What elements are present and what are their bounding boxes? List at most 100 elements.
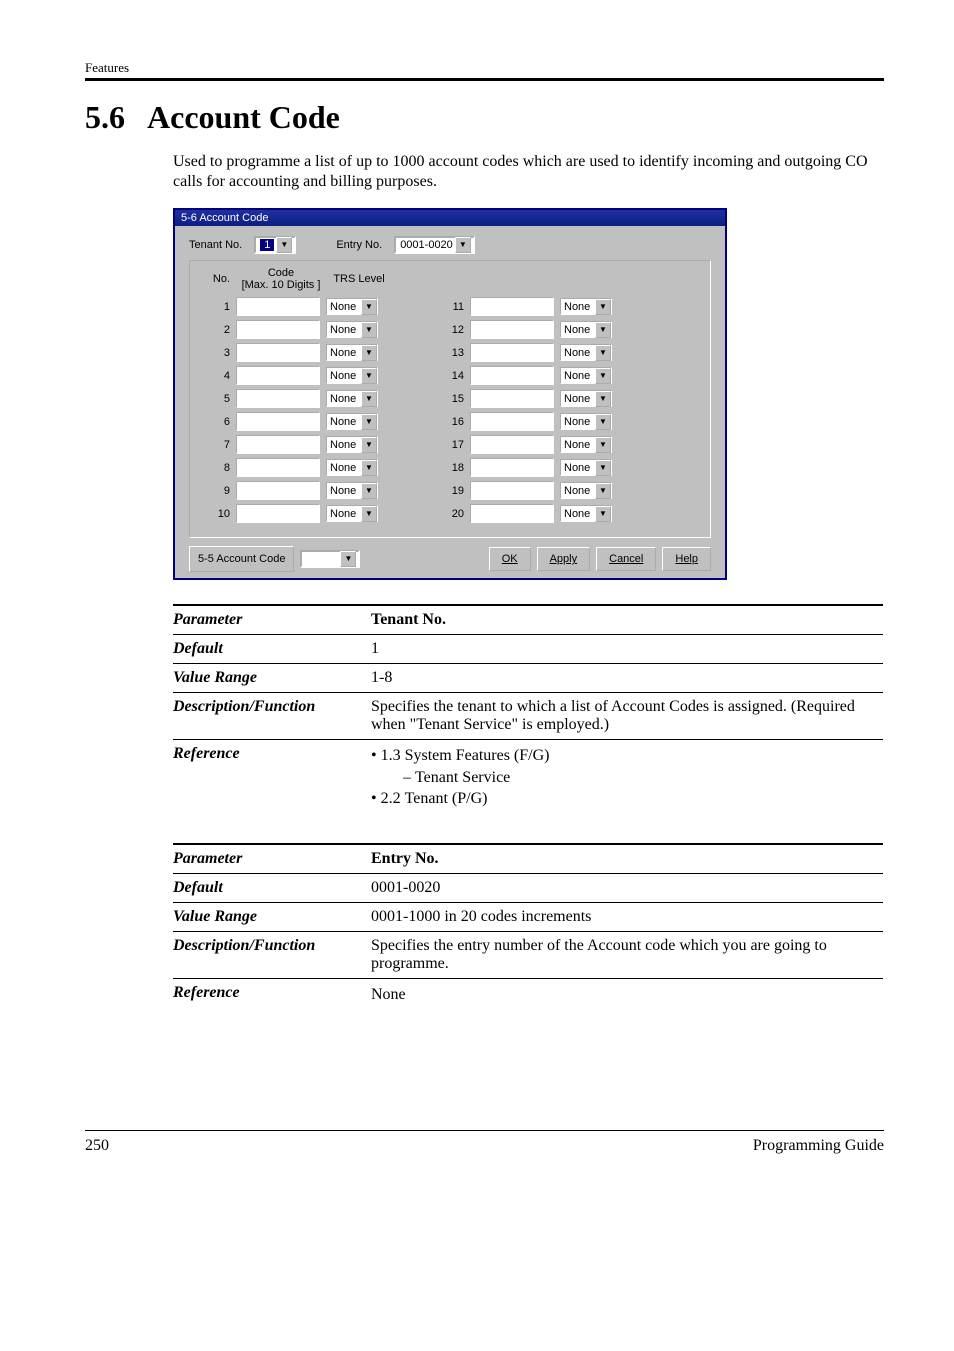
chevron-down-icon[interactable]: ▼	[595, 322, 611, 338]
trs-level-dropdown[interactable]: None▼	[560, 459, 612, 476]
code-input[interactable]	[470, 458, 554, 477]
trs-level-dropdown[interactable]: None▼	[326, 505, 378, 522]
chevron-down-icon[interactable]: ▼	[276, 237, 292, 253]
intro-paragraph: Used to programme a list of up to 1000 a…	[173, 152, 884, 192]
param-label: Parameter	[173, 850, 371, 868]
param-name: Entry No.	[371, 850, 439, 867]
chevron-down-icon[interactable]: ▼	[595, 506, 611, 522]
code-input[interactable]	[236, 412, 320, 431]
chevron-down-icon[interactable]: ▼	[455, 237, 471, 253]
trs-level-dropdown[interactable]: None▼	[560, 436, 612, 453]
param-label: Value Range	[173, 669, 371, 687]
chevron-down-icon[interactable]: ▼	[361, 345, 377, 361]
help-button[interactable]: Help	[662, 547, 711, 571]
code-input[interactable]	[470, 412, 554, 431]
chevron-down-icon[interactable]: ▼	[595, 368, 611, 384]
tenant-no-dropdown[interactable]: 1 ▼	[254, 236, 296, 254]
chevron-down-icon[interactable]: ▼	[361, 506, 377, 522]
code-input[interactable]	[470, 320, 554, 339]
code-input[interactable]	[470, 481, 554, 500]
ok-button[interactable]: OK	[489, 547, 531, 571]
chevron-down-icon[interactable]: ▼	[595, 437, 611, 453]
trs-level-dropdown[interactable]: None▼	[326, 298, 378, 315]
code-input[interactable]	[470, 366, 554, 385]
section-title: Account Code	[147, 99, 340, 135]
sheet-tab-label: 5-5 Account Code	[198, 553, 285, 565]
chevron-down-icon[interactable]: ▼	[361, 414, 377, 430]
entry-no-label: Entry No.	[336, 239, 382, 251]
table-row: 5None▼15None▼	[198, 389, 702, 408]
trs-level-dropdown[interactable]: None▼	[560, 413, 612, 430]
col-code-subheader: [Max. 10 Digits ]	[242, 279, 321, 291]
table-row: 2None▼12None▼	[198, 320, 702, 339]
row-number: 7	[198, 439, 236, 451]
trs-level-dropdown[interactable]: None▼	[560, 390, 612, 407]
chevron-down-icon[interactable]: ▼	[361, 368, 377, 384]
param-label: Default	[173, 879, 371, 897]
trs-level-dropdown[interactable]: None▼	[560, 344, 612, 361]
chevron-down-icon[interactable]: ▼	[361, 460, 377, 476]
sheet-dropdown[interactable]: ▼	[300, 550, 360, 568]
chevron-down-icon[interactable]: ▼	[595, 391, 611, 407]
row-number: 12	[438, 324, 470, 336]
chevron-down-icon[interactable]: ▼	[361, 299, 377, 315]
apply-button[interactable]: Apply	[537, 547, 591, 571]
row-number: 8	[198, 462, 236, 474]
chevron-down-icon[interactable]: ▼	[595, 345, 611, 361]
trs-level-dropdown[interactable]: None▼	[326, 482, 378, 499]
sheet-tab[interactable]: 5-5 Account Code	[189, 546, 294, 572]
table-row: 4None▼14None▼	[198, 366, 702, 385]
trs-level-dropdown[interactable]: None▼	[560, 482, 612, 499]
row-number: 20	[438, 508, 470, 520]
chevron-down-icon[interactable]: ▼	[361, 322, 377, 338]
trs-level-dropdown[interactable]: None▼	[326, 436, 378, 453]
row-number: 15	[438, 393, 470, 405]
code-input[interactable]	[470, 297, 554, 316]
code-input[interactable]	[236, 389, 320, 408]
code-input[interactable]	[236, 343, 320, 362]
trs-level-dropdown[interactable]: None▼	[560, 321, 612, 338]
parameter-table: ParameterTenant No.Default1Value Range1-…	[173, 604, 883, 815]
row-number: 6	[198, 416, 236, 428]
code-input[interactable]	[470, 389, 554, 408]
code-input[interactable]	[236, 504, 320, 523]
entry-no-dropdown[interactable]: 0001-0020 ▼	[394, 236, 475, 254]
trs-level-dropdown[interactable]: None▼	[326, 344, 378, 361]
table-row: 1None▼11None▼	[198, 297, 702, 316]
table-row: 9None▼19None▼	[198, 481, 702, 500]
table-row: 6None▼16None▼	[198, 412, 702, 431]
chevron-down-icon[interactable]: ▼	[595, 414, 611, 430]
trs-level-dropdown[interactable]: None▼	[560, 298, 612, 315]
code-input[interactable]	[470, 343, 554, 362]
trs-level-dropdown[interactable]: None▼	[560, 367, 612, 384]
code-input[interactable]	[236, 481, 320, 500]
trs-level-dropdown[interactable]: None▼	[326, 321, 378, 338]
trs-level-dropdown[interactable]: None▼	[326, 390, 378, 407]
cancel-button[interactable]: Cancel	[596, 547, 656, 571]
trs-level-dropdown[interactable]: None▼	[326, 459, 378, 476]
chevron-down-icon[interactable]: ▼	[361, 437, 377, 453]
code-input[interactable]	[236, 435, 320, 454]
code-input[interactable]	[470, 435, 554, 454]
code-input[interactable]	[236, 458, 320, 477]
chevron-down-icon[interactable]: ▼	[340, 551, 356, 567]
row-number: 13	[438, 347, 470, 359]
code-input[interactable]	[236, 320, 320, 339]
trs-level-dropdown[interactable]: None▼	[326, 367, 378, 384]
chevron-down-icon[interactable]: ▼	[595, 483, 611, 499]
col-trs-header: TRS Level	[326, 273, 392, 285]
code-input[interactable]	[236, 366, 320, 385]
row-number: 17	[438, 439, 470, 451]
trs-level-dropdown[interactable]: None▼	[560, 505, 612, 522]
code-input[interactable]	[470, 504, 554, 523]
row-number: 9	[198, 485, 236, 497]
trs-level-dropdown[interactable]: None▼	[326, 413, 378, 430]
chevron-down-icon[interactable]: ▼	[361, 483, 377, 499]
col-code-header: Code	[268, 267, 294, 279]
code-input[interactable]	[236, 297, 320, 316]
chevron-down-icon[interactable]: ▼	[361, 391, 377, 407]
chevron-down-icon[interactable]: ▼	[595, 460, 611, 476]
tenant-no-label: Tenant No.	[189, 239, 242, 251]
section-heading: 5.6Account Code	[85, 99, 884, 136]
chevron-down-icon[interactable]: ▼	[595, 299, 611, 315]
